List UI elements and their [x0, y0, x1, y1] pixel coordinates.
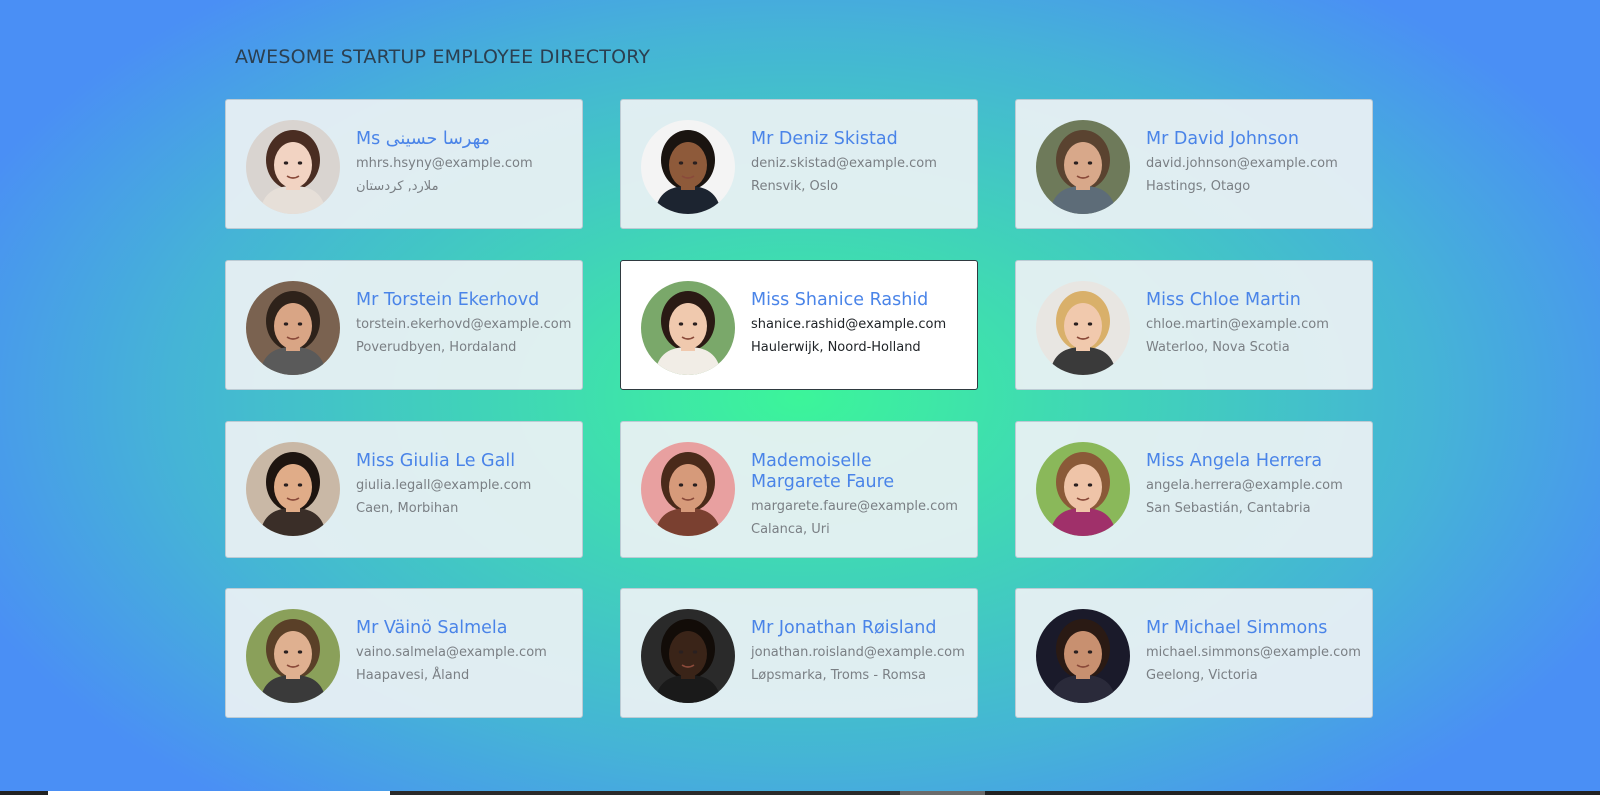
employee-email: margarete.faure@example.com: [751, 499, 958, 514]
employee-location: Hastings, Otago: [1146, 179, 1251, 194]
employee-avatar: [641, 120, 735, 214]
employee-email: chloe.martin@example.com: [1146, 317, 1329, 332]
employee-location: Haapavesi, Åland: [356, 668, 470, 683]
employee-email: michael.simmons@example.com: [1146, 645, 1361, 660]
employee-name: Mr David Johnson: [1146, 129, 1299, 149]
employee-name: Mr Torstein Ekerhovd: [356, 290, 540, 310]
employee-name: Mr Jonathan Røisland: [751, 618, 937, 638]
employee-email: mhrs.hsyny@example.com: [356, 156, 533, 171]
employee-avatar: [246, 442, 340, 536]
employee-card[interactable]: Miss Angela Herrera angela.herrera@exampl…: [1015, 421, 1373, 558]
employee-location: Waterloo, Nova Scotia: [1146, 340, 1290, 355]
employee-card[interactable]: Miss Shanice Rashid shanice.rashid@exampl…: [620, 260, 978, 390]
bottom-bar-segment: [390, 791, 900, 795]
employee-card[interactable]: Mr David Johnson david.johnson@example.co…: [1015, 99, 1373, 229]
employee-location: Geelong, Victoria: [1146, 668, 1258, 683]
employee-info: Mr Michael Simmons michael.simmons@exampl…: [1146, 618, 1361, 685]
employee-card[interactable]: Miss Chloe Martin chloe.martin@example.co…: [1015, 260, 1373, 390]
employee-name: Mr Deniz Skistad: [751, 129, 898, 149]
employee-card[interactable]: Miss Giulia Le Gall giulia.legall@example…: [225, 421, 583, 558]
employee-card[interactable]: Mademoiselle Margarete Faure margarete.fa…: [620, 421, 978, 558]
bottom-bar-segment: [900, 791, 985, 795]
employee-avatar: [246, 609, 340, 703]
employee-avatar: [1036, 442, 1130, 536]
employee-avatar: [1036, 609, 1130, 703]
employee-info: Mr Väinö Salmela vaino.salmela@example.co…: [356, 618, 570, 685]
employee-avatar: [1036, 281, 1130, 375]
employee-card[interactable]: Mr Michael Simmons michael.simmons@exampl…: [1015, 588, 1373, 718]
employee-info: Miss Giulia Le Gall giulia.legall@example…: [356, 451, 570, 518]
employee-name: Miss Angela Herrera: [1146, 451, 1323, 471]
employee-email: shanice.rashid@example.com: [751, 317, 947, 332]
employee-email: angela.herrera@example.com: [1146, 478, 1343, 493]
employee-card[interactable]: Ms مهرسا حسینی mhrs.hsyny@example.com ملار…: [225, 99, 583, 229]
employee-location: San Sebastián, Cantabria: [1146, 501, 1311, 516]
employee-info: Mademoiselle Margarete Faure margarete.fa…: [751, 451, 965, 539]
employee-email: deniz.skistad@example.com: [751, 156, 937, 171]
employee-info: Mr Torstein Ekerhovd torstein.ekerhovd@ex…: [356, 290, 572, 357]
page-title: AWESOME STARTUP EMPLOYEE DIRECTORY: [235, 46, 651, 68]
employee-avatar: [246, 120, 340, 214]
employee-email: vaino.salmela@example.com: [356, 645, 547, 660]
bottom-bar: [0, 791, 1600, 795]
employee-info: Mr David Johnson david.johnson@example.co…: [1146, 129, 1360, 196]
employee-name: Mr Michael Simmons: [1146, 618, 1328, 638]
employee-card[interactable]: Mr Väinö Salmela vaino.salmela@example.co…: [225, 588, 583, 718]
employee-location: Rensvik, Oslo: [751, 179, 839, 194]
employee-avatar: [641, 609, 735, 703]
employee-info: Mr Deniz Skistad deniz.skistad@example.co…: [751, 129, 965, 196]
employee-email: torstein.ekerhovd@example.com: [356, 317, 572, 332]
bottom-bar-segment: [48, 791, 390, 795]
employee-email: jonathan.roisland@example.com: [751, 645, 965, 660]
employee-name: Mademoiselle Margarete Faure: [751, 451, 895, 492]
employee-email: giulia.legall@example.com: [356, 478, 532, 493]
employee-avatar: [641, 442, 735, 536]
employee-name: Miss Chloe Martin: [1146, 290, 1301, 310]
employee-name: Miss Giulia Le Gall: [356, 451, 516, 471]
employee-location: ملارد, کردستان: [356, 179, 439, 194]
employee-location: Poverudbyen, Hordaland: [356, 340, 517, 355]
employee-info: Miss Angela Herrera angela.herrera@exampl…: [1146, 451, 1360, 518]
employee-info: Miss Shanice Rashid shanice.rashid@exampl…: [751, 290, 965, 357]
employee-name: Mr Väinö Salmela: [356, 618, 508, 638]
employee-location: Caen, Morbihan: [356, 501, 459, 516]
employee-name: Miss Shanice Rashid: [751, 290, 929, 310]
employee-location: Calanca, Uri: [751, 522, 830, 537]
employee-info: Miss Chloe Martin chloe.martin@example.co…: [1146, 290, 1360, 357]
employee-name: Ms مهرسا حسینی: [356, 129, 491, 149]
employee-info: Ms مهرسا حسینی mhrs.hsyny@example.com ملار…: [356, 129, 570, 196]
employee-email: david.johnson@example.com: [1146, 156, 1338, 171]
employee-avatar: [1036, 120, 1130, 214]
employee-card[interactable]: Mr Deniz Skistad deniz.skistad@example.co…: [620, 99, 978, 229]
employee-location: Løpsmarka, Troms - Romsa: [751, 668, 926, 683]
employee-location: Haulerwijk, Noord-Holland: [751, 340, 921, 355]
employee-card[interactable]: Mr Torstein Ekerhovd torstein.ekerhovd@ex…: [225, 260, 583, 390]
employee-avatar: [246, 281, 340, 375]
employee-avatar: [641, 281, 735, 375]
employee-info: Mr Jonathan Røisland jonathan.roisland@ex…: [751, 618, 965, 685]
employee-card[interactable]: Mr Jonathan Røisland jonathan.roisland@ex…: [620, 588, 978, 718]
